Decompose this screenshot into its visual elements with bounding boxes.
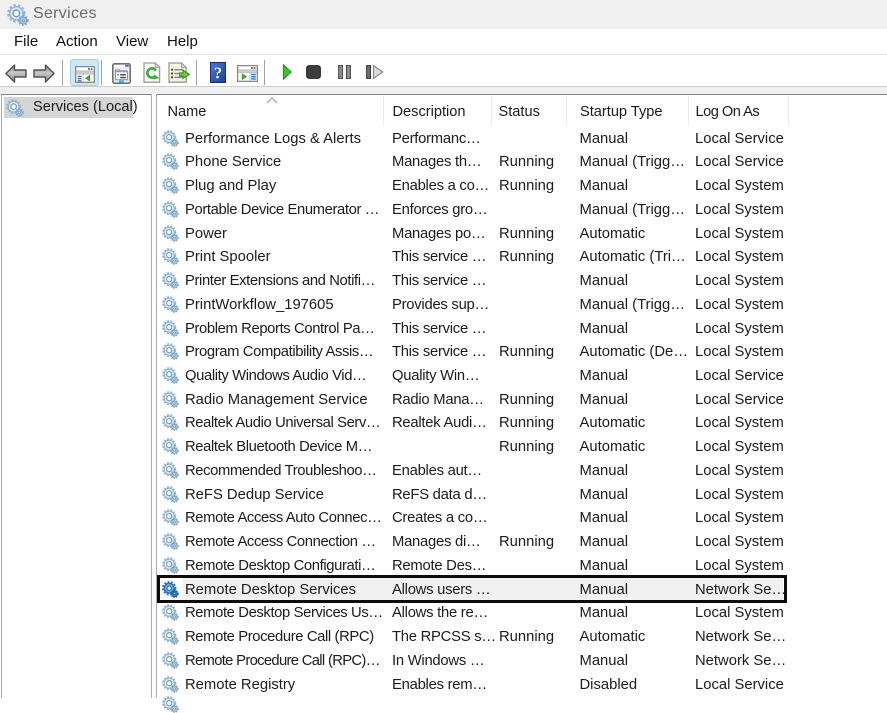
svg-text:?: ? [214,64,223,83]
